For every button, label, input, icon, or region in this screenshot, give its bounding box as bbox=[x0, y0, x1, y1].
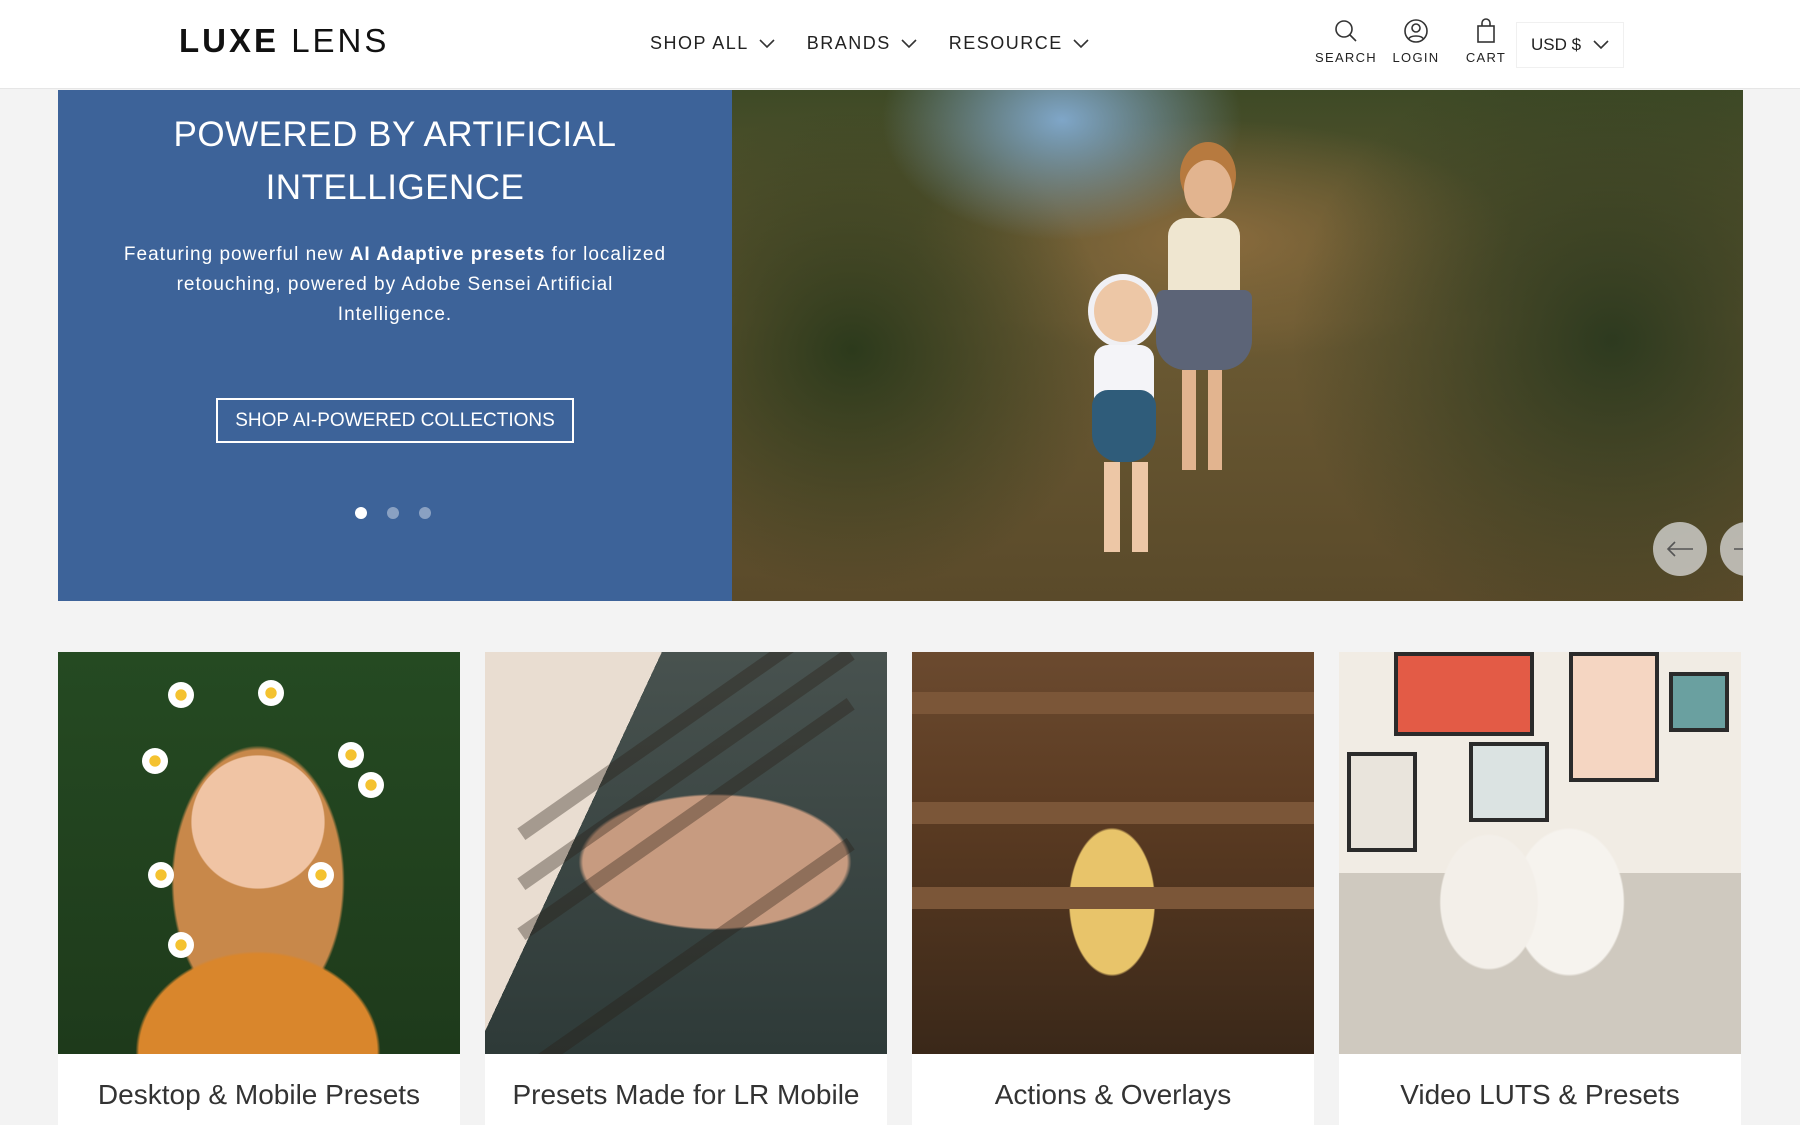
hero-text-panel: POWERED BY ARTIFICIAL INTELLIGENCE Featu… bbox=[58, 90, 732, 601]
hero-title: POWERED BY ARTIFICIAL INTELLIGENCE bbox=[173, 115, 617, 207]
nav-shop-all[interactable]: SHOP ALL bbox=[650, 33, 775, 54]
shopping-bag-icon bbox=[1477, 18, 1495, 43]
collection-card-video-luts[interactable]: Video LUTS & Presets bbox=[1339, 652, 1741, 1125]
collection-card-lr-mobile[interactable]: Presets Made for LR Mobile bbox=[485, 652, 887, 1125]
chevron-down-icon bbox=[1593, 40, 1609, 50]
collection-card-actions-overlays[interactable]: Actions & Overlays bbox=[912, 652, 1314, 1125]
cart-label: CART bbox=[1465, 50, 1507, 65]
login-label: LOGIN bbox=[1392, 50, 1440, 65]
collection-label: Desktop & Mobile Presets bbox=[97, 1078, 421, 1110]
wood-plank bbox=[912, 887, 1314, 909]
arrow-right-icon bbox=[1734, 548, 1743, 550]
slide-dot[interactable] bbox=[355, 507, 367, 519]
previous-slide-button[interactable] bbox=[1653, 522, 1707, 576]
flower-decoration bbox=[142, 748, 168, 774]
toddler-figure-head bbox=[1094, 280, 1152, 342]
next-slide-button[interactable] bbox=[1720, 522, 1743, 576]
collection-image bbox=[1339, 652, 1741, 1054]
flower-decoration bbox=[338, 742, 364, 768]
girl-figure-head bbox=[1184, 160, 1232, 218]
wall-frame bbox=[1347, 752, 1417, 852]
slide-dot[interactable] bbox=[387, 507, 399, 519]
wood-plank bbox=[912, 802, 1314, 824]
flower-decoration bbox=[308, 862, 334, 888]
currency-value: USD $ bbox=[1530, 35, 1582, 54]
chevron-down-icon bbox=[1073, 38, 1089, 48]
flower-decoration bbox=[358, 772, 384, 798]
wall-frame bbox=[1469, 742, 1549, 822]
hero-slider: POWERED BY ARTIFICIAL INTELLIGENCE Featu… bbox=[58, 90, 1743, 601]
hero-description-bold: AI Adaptive presets bbox=[349, 244, 546, 265]
nav-brands-label: BRANDS bbox=[806, 33, 891, 53]
collection-image bbox=[912, 652, 1314, 1054]
currency-selector[interactable]: USD $ bbox=[1516, 22, 1624, 68]
hero-image bbox=[732, 90, 1743, 601]
nav-brands[interactable]: BRANDS bbox=[807, 33, 917, 54]
shop-ai-collections-button[interactable]: SHOP AI-POWERED COLLECTIONS bbox=[216, 398, 574, 443]
flower-decoration bbox=[258, 680, 284, 706]
wall-frame bbox=[1669, 672, 1729, 732]
search-label: SEARCH bbox=[1315, 50, 1377, 65]
nav-resource[interactable]: RESOURCE bbox=[949, 33, 1089, 54]
girl-figure-blouse bbox=[1168, 218, 1240, 298]
hero-description-pre: Featuring powerful new bbox=[123, 244, 350, 265]
user-icon bbox=[1404, 19, 1428, 43]
search-button[interactable]: SEARCH bbox=[1315, 18, 1377, 65]
logo-light: LENS bbox=[291, 22, 390, 59]
chevron-down-icon bbox=[901, 38, 917, 48]
hero-description: Featuring powerful new AI Adaptive prese… bbox=[118, 240, 672, 330]
palm-shadow bbox=[517, 837, 855, 1054]
arrow-left-icon bbox=[1666, 541, 1693, 557]
toddler-figure-legs bbox=[1104, 462, 1148, 552]
search-icon bbox=[1335, 20, 1357, 42]
collection-label: Actions & Overlays bbox=[994, 1078, 1232, 1110]
wall-frame bbox=[1394, 652, 1534, 736]
flower-decoration bbox=[148, 862, 174, 888]
login-button[interactable]: LOGIN bbox=[1388, 18, 1444, 65]
nav-resource-label: RESOURCE bbox=[948, 33, 1063, 53]
flower-decoration bbox=[168, 682, 194, 708]
wall-frame bbox=[1569, 652, 1659, 782]
cart-button[interactable]: CART bbox=[1458, 18, 1514, 65]
site-header: LUXE LENS SHOP ALL BRANDS RESOURCE SEARC… bbox=[0, 0, 1800, 89]
collection-image bbox=[58, 652, 460, 1054]
main-nav: SHOP ALL BRANDS RESOURCE bbox=[650, 33, 1089, 54]
flower-decoration bbox=[168, 932, 194, 958]
collection-label: Presets Made for LR Mobile bbox=[512, 1078, 860, 1110]
palm-shadow bbox=[517, 652, 855, 891]
collection-grid: Desktop & Mobile Presets Presets Made fo… bbox=[58, 652, 1741, 1125]
utility-nav: SEARCH LOGIN CART bbox=[1315, 18, 1514, 65]
slide-indicators bbox=[355, 507, 431, 519]
collection-image bbox=[485, 652, 887, 1054]
nav-shop-all-label: SHOP ALL bbox=[650, 33, 749, 53]
chevron-down-icon bbox=[759, 38, 775, 48]
toddler-figure-romper bbox=[1092, 390, 1156, 462]
girl-figure-skirt bbox=[1156, 290, 1252, 370]
logo-bold: LUXE bbox=[179, 22, 280, 59]
collection-label: Video LUTS & Presets bbox=[1400, 1078, 1680, 1110]
logo[interactable]: LUXE LENS bbox=[179, 22, 389, 60]
collection-card-desktop-mobile[interactable]: Desktop & Mobile Presets bbox=[58, 652, 460, 1125]
girl-figure-legs bbox=[1182, 370, 1222, 470]
palm-shadow bbox=[517, 697, 855, 941]
slide-dot[interactable] bbox=[419, 507, 431, 519]
wood-plank bbox=[912, 692, 1314, 714]
